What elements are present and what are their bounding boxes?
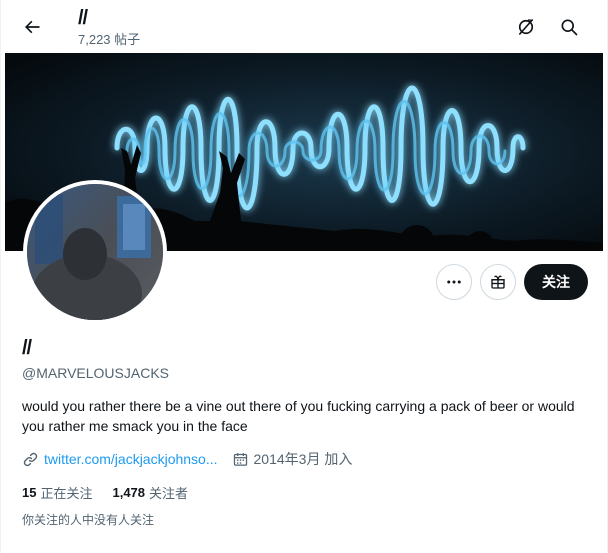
follow-stats: 15 正在关注 1,478 关注者 (22, 482, 208, 502)
avatar-image (27, 184, 163, 320)
grok-button[interactable] (509, 10, 543, 44)
back-button[interactable] (15, 10, 49, 44)
subscribe-button[interactable] (480, 264, 516, 300)
profile-page: // 7,223 帖子 关注 // @MARVELOUSJACKS would … (0, 0, 608, 553)
following-label: 正在关注 (40, 485, 93, 501)
search-button[interactable] (552, 10, 586, 44)
more-icon (447, 280, 461, 284)
top-bar: // 7,223 帖子 (1, 0, 607, 53)
grok-icon (518, 18, 534, 36)
following-link[interactable]: 15 正在关注 (22, 483, 92, 502)
website-link[interactable]: twitter.com/jackjackjohnso... (44, 451, 218, 467)
join-date: 2014年3月 加入 (253, 451, 353, 467)
following-count: 15 (22, 484, 37, 500)
more-button[interactable] (436, 264, 472, 300)
followers-count: 1,478 (112, 484, 146, 500)
profile-meta: twitter.com/jackjackjohnso... 2014年3月 加入 (22, 449, 352, 469)
known-followers: 你关注的人中没有人关注 (22, 513, 155, 527)
link-icon (23, 452, 38, 466)
search-icon (561, 19, 578, 36)
bio: would you rather there be a vine out the… (22, 398, 575, 434)
arrow-left-icon (25, 20, 40, 34)
header-title: // (78, 7, 88, 29)
post-count: 7,223 帖子 (78, 32, 141, 47)
avatar[interactable] (23, 180, 167, 324)
display-name: // (22, 337, 32, 359)
followers-label: 关注者 (149, 485, 189, 501)
follow-button[interactable]: 关注 (524, 264, 588, 300)
gift-icon (491, 275, 505, 289)
calendar-icon (233, 452, 247, 466)
user-handle: @MARVELOUSJACKS (22, 365, 169, 381)
followers-link[interactable]: 1,478 关注者 (112, 483, 188, 502)
